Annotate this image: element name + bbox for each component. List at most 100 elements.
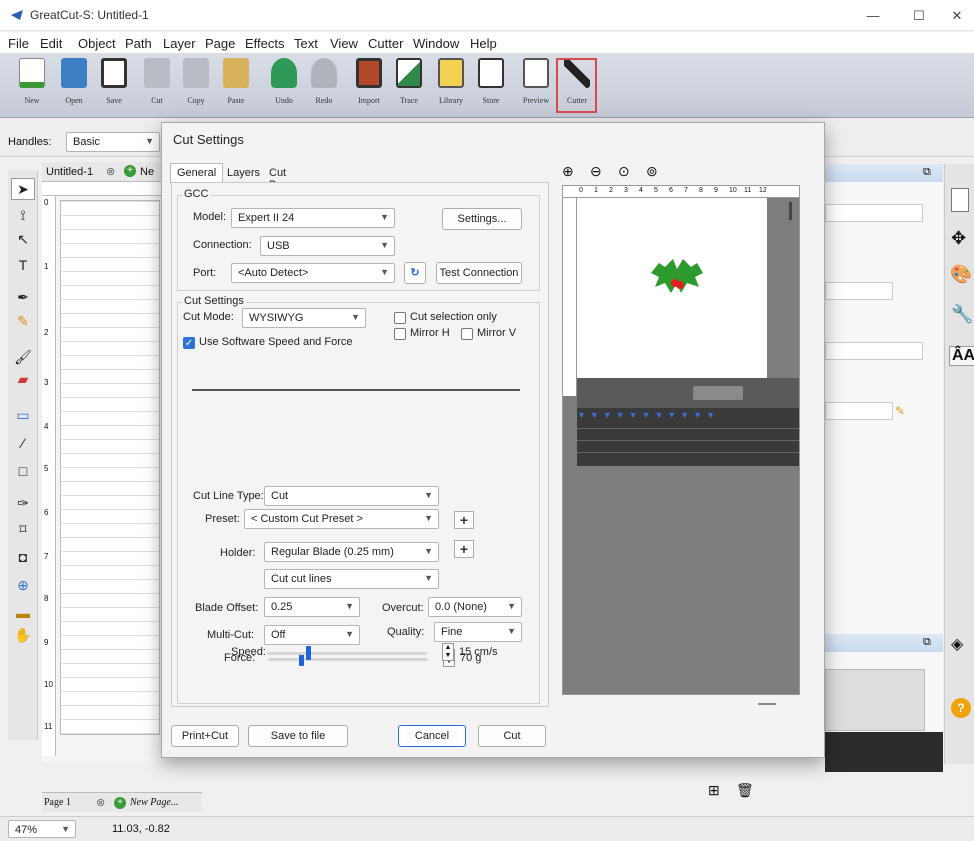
fill-tool-icon[interactable]: ▭ <box>11 404 35 426</box>
help-icon[interactable]: ? <box>951 698 971 718</box>
polygon-tool-icon[interactable]: ⌑ <box>11 518 35 540</box>
pen-tool-icon[interactable]: ✒ <box>11 286 35 308</box>
eraser-tool-icon[interactable]: ▰ <box>11 368 35 390</box>
print-cut-button[interactable]: Print+Cut <box>171 725 239 747</box>
blade-offset-select[interactable]: 0.25 ▼ <box>264 597 360 617</box>
preview-button[interactable]: Preview <box>522 58 550 114</box>
store-button[interactable]: Store <box>477 58 505 114</box>
save-button[interactable]: Save <box>100 58 128 114</box>
library-button[interactable]: Library <box>437 58 465 114</box>
ruler-tool-icon[interactable]: ▬ <box>11 602 35 624</box>
menu-layer[interactable]: Layer <box>163 36 196 51</box>
mirror-v-checkbox[interactable] <box>461 328 473 340</box>
menu-page[interactable]: Page <box>205 36 235 51</box>
preview-resize-handle[interactable] <box>758 703 776 705</box>
trash-icon[interactable]: 🗑 <box>736 782 754 799</box>
cut-lines-select[interactable]: Cut cut lines ▼ <box>264 569 439 589</box>
add-holder-button[interactable]: + <box>454 540 474 558</box>
pencil-edit-icon[interactable]: ✎ <box>895 404 905 418</box>
cut-selection-only-checkbox[interactable] <box>394 312 406 324</box>
speed-slider-track[interactable] <box>267 652 427 655</box>
new-page-icon[interactable]: + <box>114 797 126 809</box>
menu-path[interactable]: Path <box>125 36 152 51</box>
speed-slider-thumb[interactable] <box>305 646 311 660</box>
pencil-tool-icon[interactable]: ✎ <box>11 310 35 332</box>
docker-combo-2[interactable] <box>825 282 893 300</box>
speed-spinner[interactable]: ▲ ▼ <box>442 643 454 661</box>
handles-select[interactable]: Basic ▼ <box>66 132 160 152</box>
cut-mode-select[interactable]: WYSIWYG ▼ <box>242 308 366 328</box>
cut-button[interactable]: Cut <box>478 725 546 747</box>
docker-restore-icon[interactable]: ⧉ <box>923 166 931 179</box>
connection-select[interactable]: USB ▼ <box>260 236 395 256</box>
zoom-tool-icon[interactable]: ⊕ <box>11 574 35 596</box>
menu-file[interactable]: File <box>8 36 29 51</box>
holder-select[interactable]: Regular Blade (0.25 mm) ▼ <box>264 542 439 562</box>
document-tab[interactable]: Untitled-1 <box>46 166 93 178</box>
pointer-tool-icon[interactable]: ➤ <box>11 178 35 200</box>
wrench-icon[interactable]: 🔧 <box>951 304 973 325</box>
overcut-select[interactable]: 0.0 (None) ▼ <box>428 597 522 617</box>
refresh-icon[interactable]: ↻ <box>404 262 426 284</box>
settings-button[interactable]: Settings... <box>442 208 522 230</box>
save-to-file-button[interactable]: Save to file <box>248 725 348 747</box>
force-slider-track[interactable] <box>268 658 428 661</box>
shape-tool-icon[interactable]: ◘ <box>11 546 35 568</box>
tab-general[interactable]: General <box>170 163 224 183</box>
add-layer-icon[interactable]: ⊞ <box>708 782 720 799</box>
document-properties-icon[interactable] <box>951 188 969 212</box>
preset-select[interactable]: < Custom Cut Preset > ▼ <box>244 509 439 529</box>
text-style-icon[interactable]: ÂA <box>949 346 974 366</box>
preview-scrollbar[interactable] <box>789 202 792 220</box>
cut-preview[interactable]: 0 1 2 3 4 5 6 7 8 9 10 11 12 ▼▼▼▼▼▼▼▼▼▼▼ <box>562 185 800 695</box>
menu-edit[interactable]: Edit <box>40 36 62 51</box>
objects-list[interactable] <box>825 669 925 731</box>
paste-button[interactable]: Paste <box>222 58 250 114</box>
docker-combo-1[interactable] <box>825 204 923 222</box>
menu-window[interactable]: Window <box>413 36 459 51</box>
copy-button[interactable]: Copy <box>182 58 210 114</box>
tab-cut-by-color[interactable]: Cut By Color <box>262 163 302 203</box>
objects-restore-icon[interactable]: ⧉ <box>923 636 931 649</box>
new-tab-icon[interactable]: + <box>124 165 136 177</box>
port-select[interactable]: <Auto Detect> ▼ <box>231 263 395 283</box>
close-button[interactable]: ✕ <box>940 4 974 28</box>
drawing-canvas[interactable] <box>60 200 160 735</box>
multicut-select[interactable]: Off ▼ <box>264 625 360 645</box>
zoom-page-icon[interactable]: ⊚ <box>646 163 658 180</box>
cancel-button[interactable]: Cancel <box>398 725 466 747</box>
docker-combo-4[interactable] <box>825 402 893 420</box>
menu-effects[interactable]: Effects <box>245 36 285 51</box>
page-tab[interactable]: Page 1 <box>44 797 71 808</box>
redo-button[interactable]: Redo <box>310 58 338 114</box>
hand-tool-icon[interactable]: ✋ <box>11 624 35 646</box>
test-connection-button[interactable]: Test Connection <box>436 262 522 284</box>
menu-cutter[interactable]: Cutter <box>368 36 403 51</box>
cut-line-type-select[interactable]: Cut ▼ <box>264 486 439 506</box>
transform-icon[interactable]: ✥ <box>951 228 966 249</box>
zoom-out-icon[interactable]: ⊖ <box>590 163 602 180</box>
quality-select[interactable]: Fine ▼ <box>434 622 522 642</box>
maximize-button[interactable]: ☐ <box>896 4 942 28</box>
bezier-tool-icon[interactable]: ✑ <box>11 492 35 514</box>
cut-button[interactable]: Cut <box>143 58 171 114</box>
text-tool-icon[interactable]: T <box>11 254 35 276</box>
minimize-button[interactable]: — <box>850 4 896 28</box>
new-tab-label[interactable]: Ne <box>140 166 154 178</box>
new-page-label[interactable]: New Page... <box>130 797 178 808</box>
model-select[interactable]: Expert II 24 ▼ <box>231 208 395 228</box>
node-edit-tool-icon[interactable]: ⟟ <box>11 204 35 226</box>
use-software-speed-checkbox[interactable]: ✓ <box>183 337 195 349</box>
mirror-h-checkbox[interactable] <box>394 328 406 340</box>
palette-icon[interactable]: 🎨 <box>950 264 972 285</box>
zoom-select[interactable]: 47% ▼ <box>8 820 76 838</box>
eyedropper-tool-icon[interactable]: ⁄ <box>11 432 35 454</box>
rectangle-tool-icon[interactable]: □ <box>11 460 35 482</box>
new-button[interactable]: New <box>18 58 46 114</box>
open-button[interactable]: Open <box>60 58 88 114</box>
import-button[interactable]: Import <box>355 58 383 114</box>
menu-object[interactable]: Object <box>78 36 116 51</box>
zoom-fit-icon[interactable]: ⊙ <box>618 163 630 180</box>
close-tab-icon[interactable]: ⊗ <box>106 165 115 178</box>
menu-view[interactable]: View <box>330 36 358 51</box>
